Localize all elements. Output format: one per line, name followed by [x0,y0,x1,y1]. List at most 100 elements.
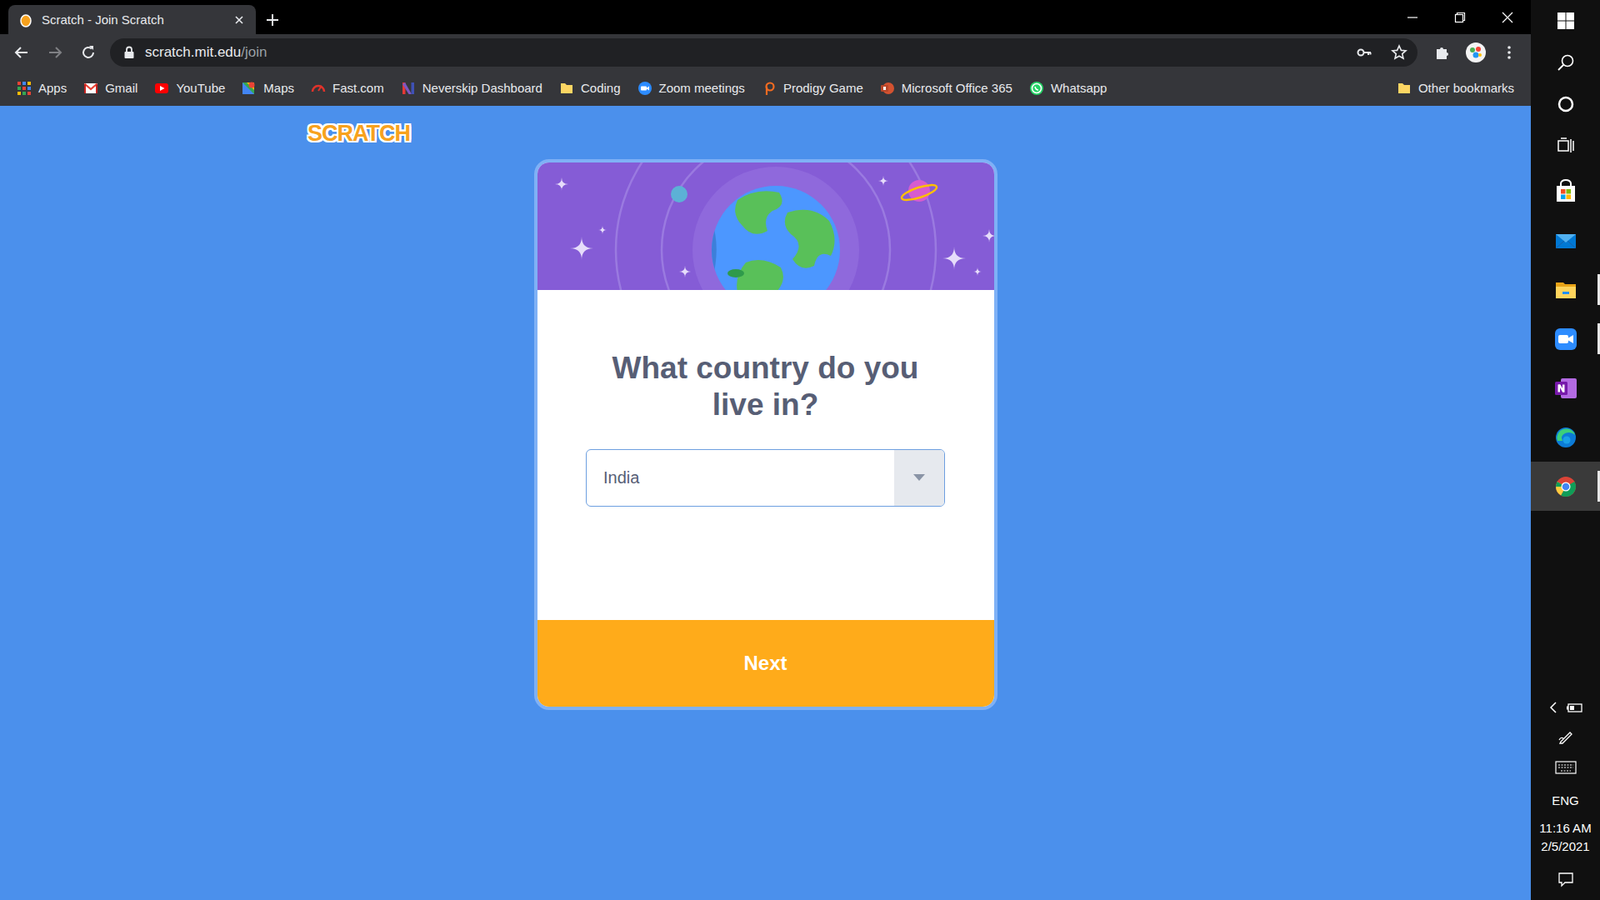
plus-icon [265,12,280,28]
tab-strip: Scratch - Join Scratch [0,0,1531,35]
running-indicator [1597,323,1600,355]
bookmark-label: Maps [263,80,295,95]
taskbar: ENG11:16 AM2/5/2021 [1530,0,1600,900]
bookmark-label: Gmail [105,80,138,95]
lock-icon [123,45,135,60]
url-path: /join [240,44,267,60]
forward-arrow-icon [46,44,64,61]
bookmark-label: YouTube [175,80,225,95]
card-body: What country do you live in? India [537,290,995,620]
bookmark[interactable]: Whatsapp [1022,77,1115,100]
star-icon[interactable] [1390,44,1408,61]
bookmark[interactable]: YouTube [147,77,232,100]
youtube-icon [154,80,170,96]
folder-icon [559,80,575,96]
bookmark-label: Neverskip Dashboard [422,80,543,95]
cortana-ring-icon [1556,95,1575,114]
profile-button[interactable] [1460,37,1491,68]
other-bookmarks[interactable]: Other bookmarks [1390,77,1521,100]
address-bar[interactable]: scratch.mit.edu/join [110,38,1418,67]
task-view-button[interactable] [1530,125,1600,167]
bookmark-label: Microsoft Office 365 [901,80,1013,95]
url-host: scratch.mit.edu [145,44,241,60]
bookmark-label: Coding [580,80,621,95]
pen-workspace-button[interactable] [1530,721,1600,752]
bookmark[interactable]: Coding [552,77,628,100]
browser-window: Scratch - Join Scratch scratch.mit.edu/jo… [0,0,1531,900]
chevron-left-icon[interactable] [1547,700,1560,715]
search-button[interactable] [1530,41,1600,84]
running-indicator [1597,470,1600,502]
new-tab-button[interactable] [255,5,290,35]
taskbar-app[interactable] [1530,215,1600,265]
zoom-icon [637,80,653,96]
bookmark[interactable]: Gmail [76,77,145,100]
extensions-button[interactable] [1427,37,1458,68]
close-button[interactable] [1483,0,1531,35]
scratch-logo[interactable]: SCRATCH [304,119,414,149]
dropdown-toggle[interactable] [894,450,945,506]
next-button[interactable]: Next [537,620,995,707]
battery-icon[interactable] [1565,700,1585,715]
page-content: SCRATCH What country do you live in? India… [0,105,1531,900]
start-button[interactable] [1530,0,1600,42]
clock-time: 11:16 AM [1539,819,1591,838]
store-icon [1552,178,1580,205]
running-indicator [1597,274,1600,305]
bookmark[interactable]: Maps [235,77,301,100]
restore-button[interactable] [1435,0,1484,35]
fast-icon [310,80,326,96]
bookmark[interactable]: Apps [10,77,74,100]
selected-country: India [586,450,895,506]
keyboard-icon [1555,760,1577,775]
action-center-button[interactable] [1530,858,1600,900]
neverskip-icon [400,80,416,96]
chrome-icon [1552,473,1580,500]
minimize-button[interactable] [1388,0,1436,35]
clock[interactable]: 11:16 AM2/5/2021 [1530,816,1600,859]
menu-button[interactable] [1494,37,1525,68]
mail-icon [1552,227,1580,255]
taskbar-app[interactable] [1530,314,1600,364]
taskbar-empty-area [1530,510,1600,694]
bookmark[interactable]: Fast.com [304,77,391,100]
taskbar-app[interactable] [1530,265,1600,315]
reload-button[interactable] [73,37,104,68]
whatsapp-icon [1029,80,1045,96]
browser-tab[interactable]: Scratch - Join Scratch [8,5,256,35]
taskbar-app[interactable] [1530,461,1600,511]
back-arrow-icon [13,44,30,61]
more-dots-icon [1500,44,1518,61]
back-button[interactable] [6,37,37,68]
touch-keyboard-button[interactable] [1530,751,1600,784]
key-icon[interactable] [1355,44,1373,61]
bookmark[interactable]: Neverskip Dashboard [394,77,550,100]
cortana-button[interactable] [1530,83,1600,125]
bookmark[interactable]: Prodigy Game [755,77,870,100]
input-language[interactable]: ENG [1530,783,1600,817]
bookmark[interactable]: Zoom meetings [630,77,752,100]
question-heading: What country do you live in? [590,350,941,425]
onenote-icon [1552,375,1580,402]
forward-button[interactable] [40,37,70,68]
close-tab-icon[interactable] [232,13,246,27]
apps-icon [16,80,32,96]
office-icon [880,80,895,96]
notification-icon [1557,870,1575,888]
join-card: What country do you live in? India Next [534,159,998,710]
search-icon [1556,53,1575,72]
header-row: SCRATCH [0,105,1531,150]
gmail-icon [83,80,99,96]
taskbar-app[interactable] [1530,412,1600,462]
avatar-icon [1465,41,1487,64]
folder-icon [1396,80,1412,96]
country-select[interactable]: India [585,449,945,507]
prodigy-icon [761,80,777,96]
clock-date: 2/5/2021 [1540,837,1590,856]
taskbar-app[interactable] [1530,166,1600,216]
taskbar-app[interactable] [1530,363,1600,413]
tab-title: Scratch - Join Scratch [41,12,225,27]
bookmark-label: Prodigy Game [783,80,864,95]
tray-row [1530,693,1600,722]
bookmark[interactable]: Microsoft Office 365 [873,77,1020,100]
